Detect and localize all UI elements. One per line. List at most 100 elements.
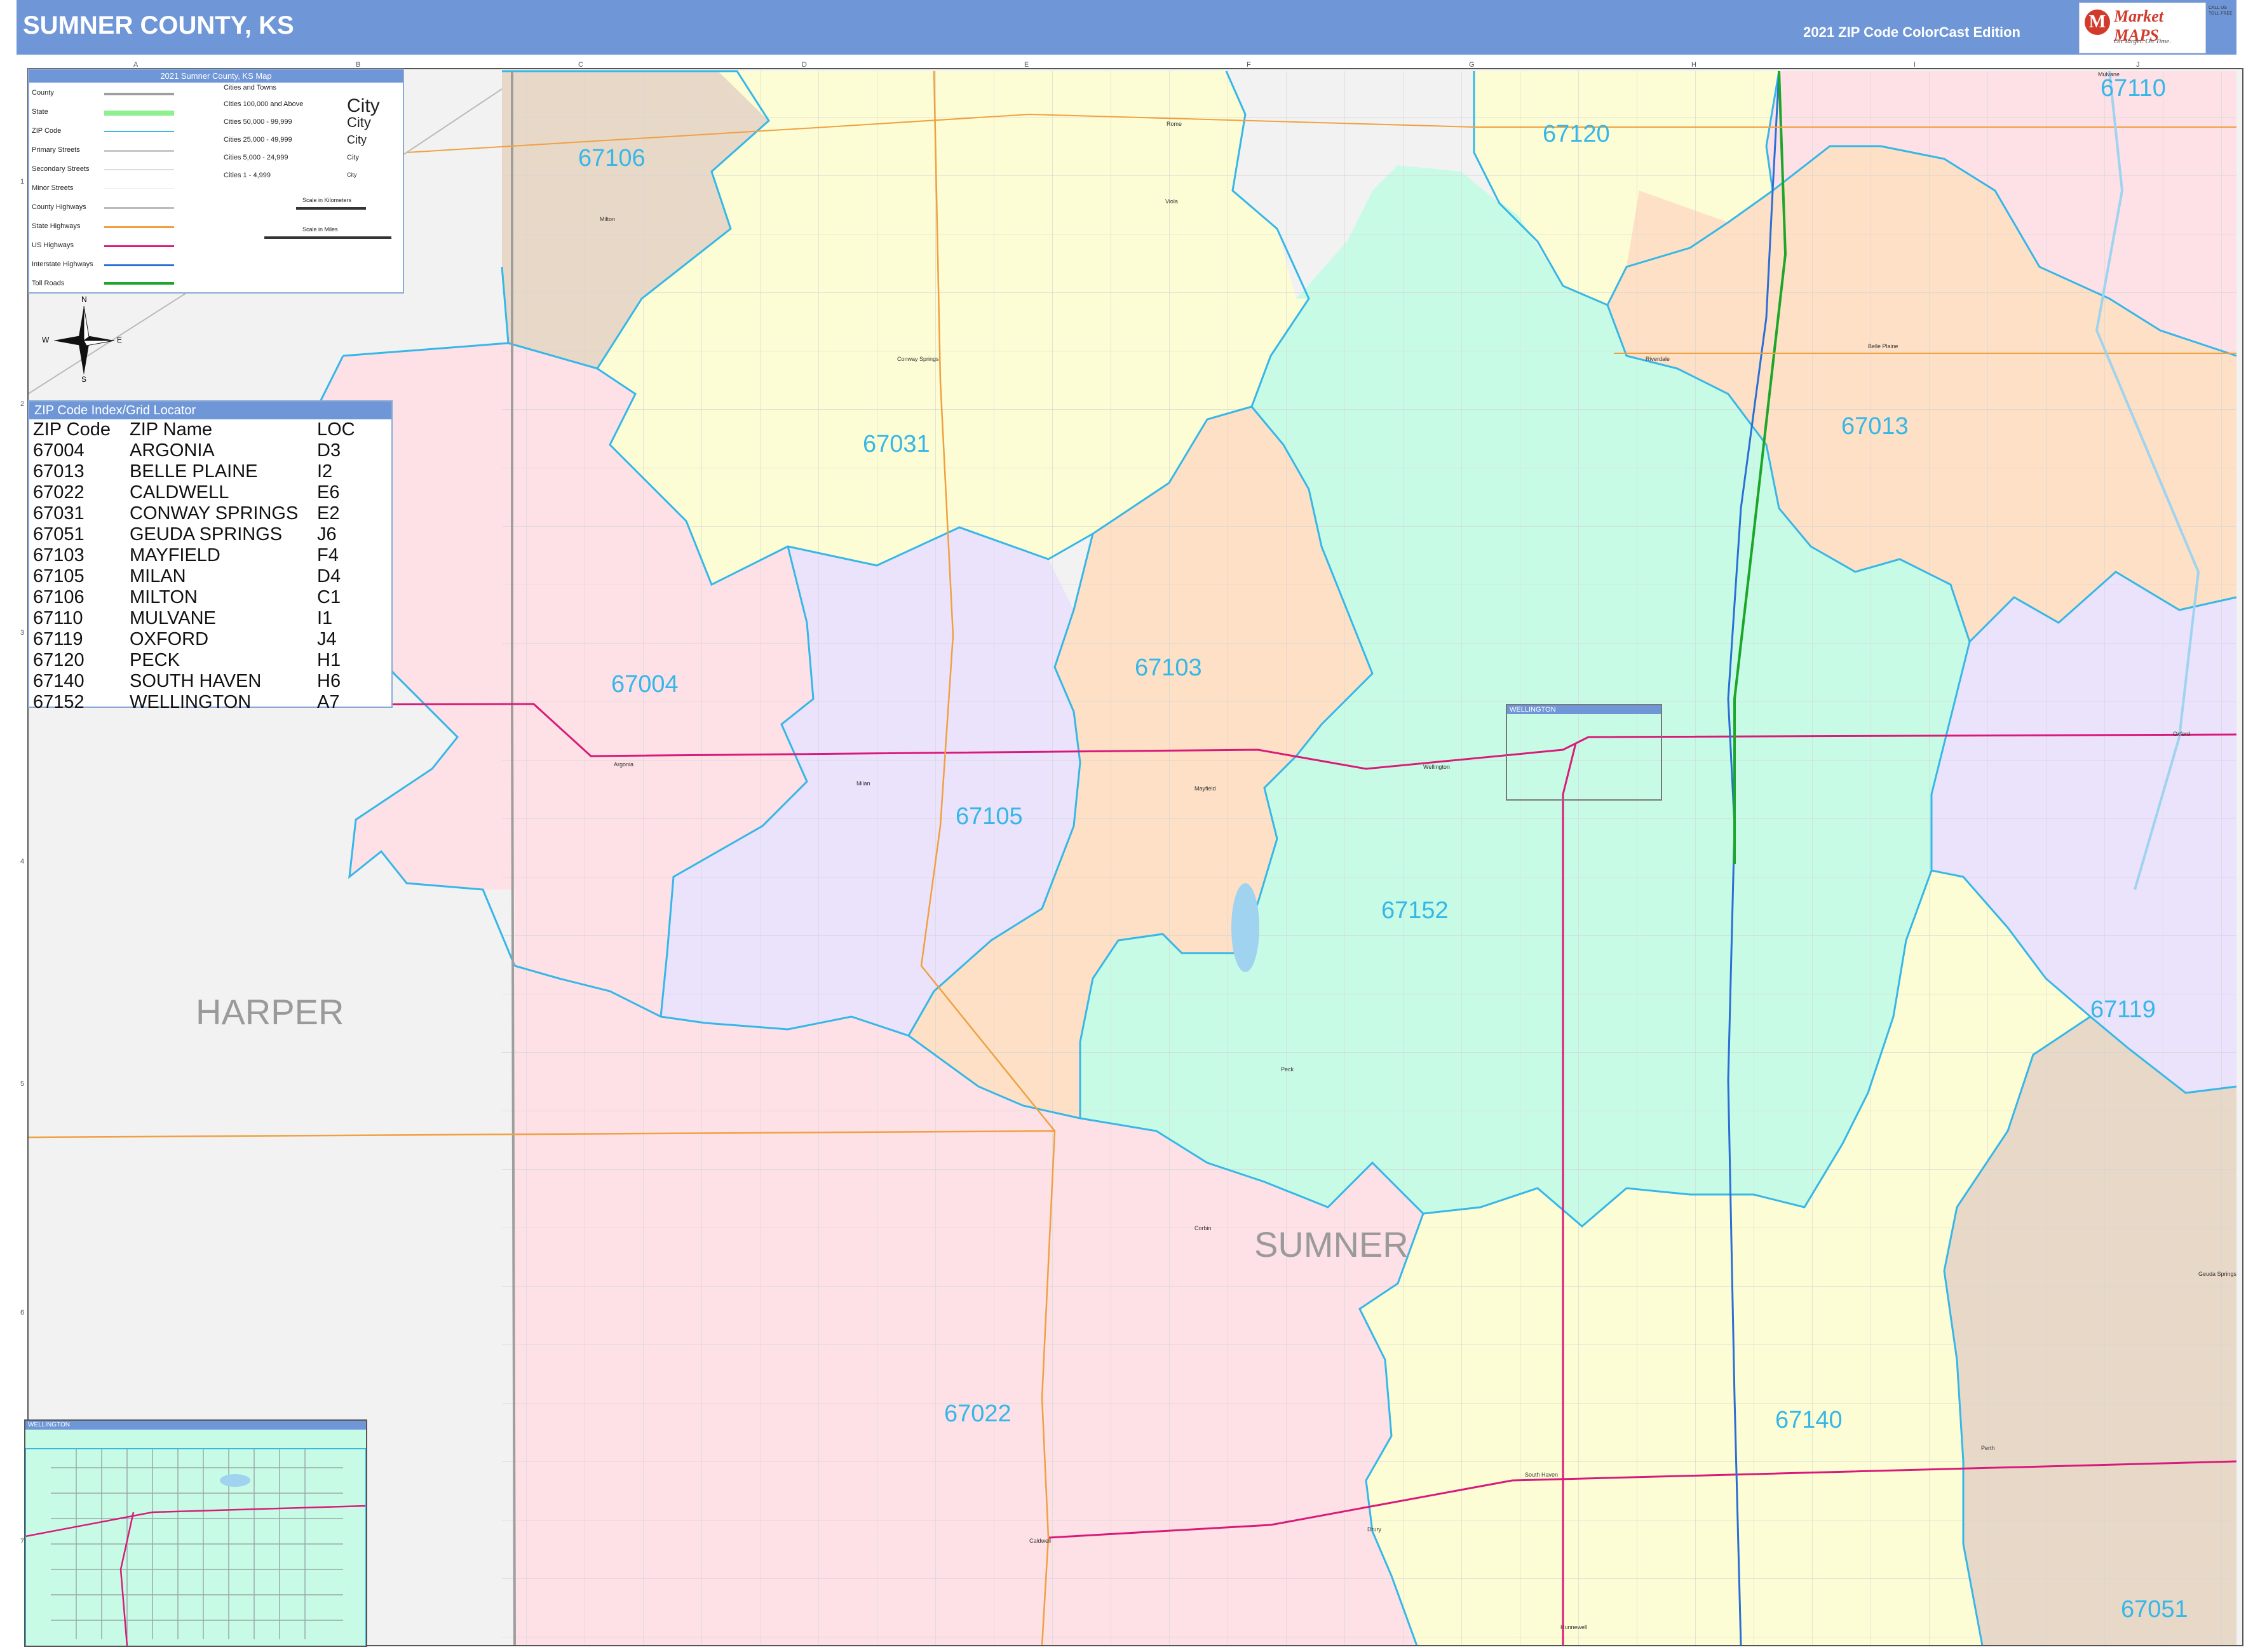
town-label: Viola <box>1165 198 1178 205</box>
zip-name: SOUTH HAVEN <box>130 671 262 691</box>
legend-item-county-highways: County Highways <box>32 203 86 211</box>
legend-city-sample-5: City <box>347 172 357 178</box>
zip-name: MILTON <box>130 587 198 607</box>
zip-label-67152: 67152 <box>1381 897 1449 924</box>
legend-scale-km: Scale in Kilometers <box>302 197 352 203</box>
compass-s: S <box>81 375 87 384</box>
zip-name: GEUDA SPRINGS <box>130 524 283 545</box>
table-row[interactable]: 67119 OXFORD J4 <box>33 629 355 650</box>
legend-swatch-toll <box>104 282 174 285</box>
zip-loc: A7 <box>317 692 340 712</box>
legend-item-us-highways: US Highways <box>32 241 74 249</box>
town-label: Conway Springs <box>897 356 939 362</box>
town-label: Mayfield <box>1194 785 1216 792</box>
grid-col-label: H <box>1691 61 1696 69</box>
legend-swatch-us-hwy <box>104 245 174 247</box>
grid-row-label: 1 <box>20 178 25 186</box>
compass-n: N <box>81 295 87 304</box>
loc-col-header: LOC <box>317 419 355 440</box>
zip-name: MULVANE <box>130 608 216 628</box>
legend-city-tier-2: Cities 50,000 - 99,999 <box>224 118 292 126</box>
town-label: Oxford <box>2173 731 2191 737</box>
legend-item-county: County <box>32 89 54 97</box>
zip-loc: E2 <box>317 503 340 524</box>
zip-loc: J6 <box>317 524 337 545</box>
zip-loc: H1 <box>317 650 341 670</box>
legend-swatch-interstate <box>104 264 174 266</box>
legend-item-interstate-highways: Interstate Highways <box>32 261 93 268</box>
grid-col-label: G <box>1469 61 1475 69</box>
county-label-harper: HARPER <box>196 992 344 1032</box>
compass-e: E <box>117 335 123 344</box>
legend-swatch-county <box>104 93 174 95</box>
town-label: Hunnewell <box>1560 1624 1588 1630</box>
zip-code-index: ZIP Code Index/Grid Locator ZIP Code ZIP… <box>28 400 393 712</box>
wellington-inset-map[interactable]: WELLINGTON <box>24 1419 367 1647</box>
zip-label-67103: 67103 <box>1135 654 1202 681</box>
grid-row-label: 6 <box>20 1309 25 1317</box>
legend-city-tier-3: Cities 25,000 - 49,999 <box>224 136 292 144</box>
table-row[interactable]: 67105 MILAN D4 <box>33 566 355 587</box>
lake <box>1231 883 1259 972</box>
zip-code: 67152 <box>33 692 85 712</box>
scale-bar-km <box>296 207 366 210</box>
legend-swatch-zip <box>104 131 174 132</box>
inset-title: WELLINGTON <box>25 1421 366 1430</box>
inset-streets <box>25 1448 367 1646</box>
zip-loc: J4 <box>317 629 337 649</box>
zip-code: 67013 <box>33 461 85 482</box>
town-label: Belle Plaine <box>1868 343 1898 349</box>
zip-index-table: ZIP Code ZIP Name LOC 67004 ARGONIA D3 670… <box>33 419 355 713</box>
town-label: Caldwell <box>1029 1538 1052 1544</box>
legend-scale-mi: Scale in Miles <box>302 226 338 233</box>
legend-city-sample-1: City <box>347 95 380 116</box>
zip-label-67013: 67013 <box>1841 413 1909 440</box>
grid-col-label: E <box>1024 61 1029 69</box>
town-label: Mulvane <box>2098 71 2120 78</box>
legend-item-state: State <box>32 108 48 116</box>
zip-label-67106: 67106 <box>578 145 646 172</box>
zip-label-67031: 67031 <box>863 431 930 457</box>
legend-city-sample-3: City <box>347 133 367 146</box>
town-label: Perth <box>1981 1445 1995 1451</box>
zip-code: 67110 <box>33 608 83 628</box>
town-label: Drury <box>1367 1526 1381 1533</box>
wellington-inset-indicator[interactable]: WELLINGTON <box>1506 704 1662 801</box>
grid-row-label: 3 <box>20 629 25 637</box>
zip-name: ARGONIA <box>130 440 215 461</box>
zip-code: 67105 <box>33 566 85 586</box>
legend-city-tier-4: Cities 5,000 - 24,999 <box>224 154 288 161</box>
table-row[interactable]: 67140 SOUTH HAVEN H6 <box>33 671 355 692</box>
grid-col-label: I <box>1914 61 1916 69</box>
zip-code: 67119 <box>33 629 83 649</box>
legend-city-heading: Cities and Towns <box>224 84 276 91</box>
zip-label-67119: 67119 <box>2090 996 2156 1023</box>
legend-item-state-highways: State Highways <box>32 222 81 230</box>
zip-code: 67031 <box>33 503 85 524</box>
zip-col-header: ZIP Code <box>33 419 111 440</box>
table-row[interactable]: 67106 MILTON C1 <box>33 587 355 608</box>
table-row[interactable]: 67004 ARGONIA D3 <box>33 440 355 461</box>
zip-code: 67120 <box>33 650 85 670</box>
table-row[interactable]: 67103 MAYFIELD F4 <box>33 545 355 566</box>
zip-label-67110: 67110 <box>2101 75 2166 102</box>
legend-item-zip: ZIP Code <box>32 127 62 135</box>
table-row[interactable]: 67051 GEUDA SPRINGS J6 <box>33 524 355 545</box>
grid-col-label: B <box>356 61 361 69</box>
table-row[interactable]: 67022 CALDWELL E6 <box>33 482 355 503</box>
zip-loc: I1 <box>317 608 333 628</box>
town-label: Peck <box>1281 1066 1294 1073</box>
table-row[interactable]: 67120 PECK H1 <box>33 650 355 671</box>
county-label-sumner: SUMNER <box>1254 1224 1409 1264</box>
grid-col-label: C <box>578 61 583 69</box>
table-row[interactable]: 67013 BELLE PLAINE I2 <box>33 461 355 482</box>
zip-label-67051: 67051 <box>2121 1596 2188 1623</box>
town-label: Rome <box>1167 121 1182 127</box>
table-row[interactable]: 67031 CONWAY SPRINGS E2 <box>33 503 355 524</box>
grid-col-label: D <box>802 61 807 69</box>
table-row[interactable]: 67152 WELLINGTON A7 <box>33 692 355 713</box>
grid-row-label: 5 <box>20 1080 25 1088</box>
table-row[interactable]: 67110 MULVANE I1 <box>33 608 355 629</box>
zip-name: BELLE PLAINE <box>130 461 258 482</box>
wellington-indicator-title: WELLINGTON <box>1507 705 1661 714</box>
